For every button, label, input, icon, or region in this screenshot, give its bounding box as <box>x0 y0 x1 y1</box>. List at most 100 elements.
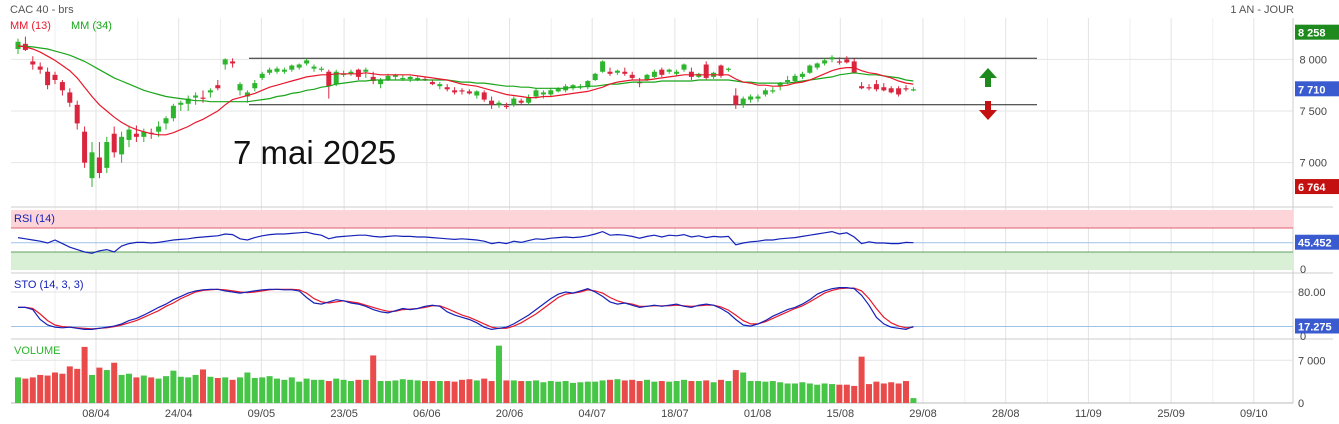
candle-body <box>740 98 746 105</box>
candle-body <box>888 88 894 93</box>
volume-bar <box>96 367 103 403</box>
arrow-down-icon <box>979 101 997 120</box>
volume-bar <box>910 398 917 403</box>
volume-bar <box>688 381 695 403</box>
volume-bar <box>466 379 473 403</box>
volume-bar <box>37 374 44 403</box>
candle-body <box>289 65 295 70</box>
volume-bar <box>340 379 347 403</box>
price-y-tick: 7 000 <box>1299 158 1327 170</box>
volume-bar <box>540 382 547 403</box>
candle-body <box>799 73 805 77</box>
volume-bar <box>481 378 488 403</box>
volume-bar <box>281 379 288 403</box>
volume-bar <box>895 383 902 403</box>
sto-pane <box>11 287 1293 331</box>
price-badge-label: 8 258 <box>1298 28 1326 40</box>
candle-body <box>533 90 539 97</box>
candle-body <box>444 87 450 90</box>
volume-bar <box>658 381 665 403</box>
volume-y-tick: 0 <box>1298 398 1304 410</box>
volume-bar <box>740 372 747 403</box>
volume-bar <box>237 377 243 403</box>
candle-body <box>200 97 206 99</box>
volume-bar <box>718 379 724 403</box>
volume-bar <box>348 381 354 403</box>
candle-body <box>45 71 51 86</box>
volume-bar <box>192 374 199 403</box>
candle-body <box>281 69 287 72</box>
legend-mm34: MM (34) <box>71 20 112 32</box>
volume-bar <box>636 381 643 403</box>
stock-chart: CAC 40 - brs 1 AN - JOUR MM (13) MM (34)… <box>10 4 1339 420</box>
candle-body <box>237 84 243 91</box>
volume-bar <box>762 381 769 403</box>
volume-bar <box>488 381 495 403</box>
volume-bar <box>44 375 51 403</box>
volume-bar <box>111 362 118 403</box>
date-annotation: 7 mai 2025 <box>233 134 396 171</box>
sto-badge-label: 17.275 <box>1298 321 1332 333</box>
volume-bar <box>377 381 384 403</box>
candle-body <box>156 126 162 132</box>
volume-bar <box>866 384 872 403</box>
volume-bar <box>163 376 169 403</box>
volume-bar <box>555 381 562 403</box>
volume-bar <box>399 379 406 403</box>
candle-body <box>326 71 332 87</box>
candle-body <box>96 157 102 173</box>
volume-bar <box>673 381 680 403</box>
volume-bar <box>229 379 236 403</box>
volume-bar <box>89 374 95 403</box>
candle-body <box>822 60 828 64</box>
volume-bar <box>496 345 502 403</box>
volume-bar <box>74 368 81 403</box>
volume-bar <box>185 377 192 403</box>
volume-bar <box>436 381 443 403</box>
candle-body <box>259 73 265 78</box>
candle-body <box>814 63 820 68</box>
volume-bar <box>214 377 221 403</box>
x-tick-label: 04/07 <box>578 408 606 420</box>
candle-body <box>592 73 598 80</box>
volume-bar <box>510 380 517 403</box>
symbol-title: CAC 40 - brs <box>10 4 74 16</box>
candle-body <box>733 95 739 105</box>
volume-bar <box>814 384 821 403</box>
sto-k-line <box>18 287 914 331</box>
volume-bar <box>66 366 73 403</box>
rsi-pane <box>11 210 1293 270</box>
volume-bar <box>769 381 776 403</box>
candle-body <box>378 80 384 85</box>
candle-body <box>400 77 406 80</box>
rsi-y-tick: 0 <box>1300 264 1306 276</box>
candle-body <box>452 90 458 93</box>
volume-bar <box>177 376 184 403</box>
candle-body <box>459 90 465 92</box>
volume-bar <box>244 372 251 403</box>
mm34-line <box>17 45 914 103</box>
candle-body <box>111 133 117 153</box>
volume-bar <box>607 379 613 403</box>
volume-bar <box>584 381 591 403</box>
candle-body <box>126 129 132 140</box>
candle-body <box>385 75 391 80</box>
candle-body <box>466 91 472 94</box>
volume-bar <box>422 381 428 403</box>
volume-bar <box>651 381 658 403</box>
rsi-overbought-zone <box>11 210 1293 228</box>
volume-bar <box>666 381 673 403</box>
candle-body <box>526 97 532 103</box>
candle-body <box>548 90 554 95</box>
candle-body <box>230 61 236 64</box>
x-tick-label: 28/08 <box>992 408 1020 420</box>
volume-bar <box>725 381 732 403</box>
volume-bar <box>140 375 147 403</box>
rsi-oversold-zone <box>11 252 1293 270</box>
volume-bar <box>207 376 214 403</box>
candle-body <box>896 88 902 95</box>
volume-bar <box>370 355 377 403</box>
volume-bar <box>880 383 887 403</box>
candle-body <box>37 66 43 70</box>
candle-body <box>844 59 850 63</box>
